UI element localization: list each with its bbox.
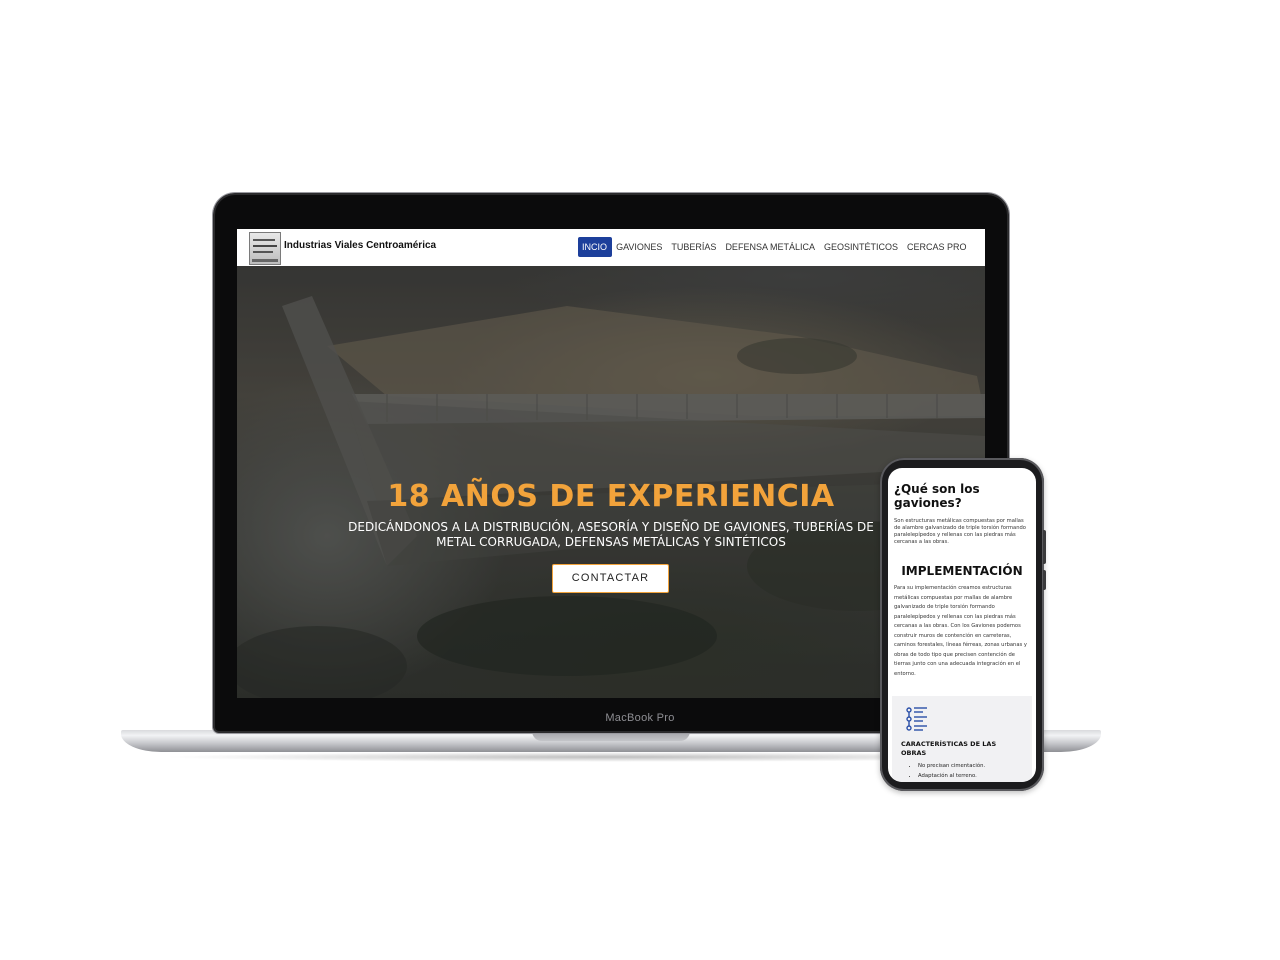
hero-section: 18 AÑOS DE EXPERIENCIA DEDICÁNDONOS A LA… — [237, 266, 985, 698]
nav-item-defensa-metalica[interactable]: DEFENSA METÁLICA — [721, 237, 820, 257]
features-card-title: CARACTERÍSTICAS DE LAS OBRAS — [901, 740, 997, 757]
phone-side-button — [1043, 530, 1046, 564]
hero-title: 18 AÑOS DE EXPERIENCIA — [387, 479, 835, 514]
features-card: CARACTERÍSTICAS DE LAS OBRAS No precisan… — [892, 696, 1032, 782]
site-name[interactable]: Industrias Viales Centroamérica — [284, 240, 436, 251]
mobile-heading: ¿Qué son los gaviones? — [894, 482, 980, 510]
mobile-intro-text: Son estructuras metálicas compuestas por… — [894, 518, 1026, 545]
nav-item-cercas-pro[interactable]: CERCAS PRO — [902, 237, 971, 257]
list-item: No precisan cimentación. — [918, 762, 985, 772]
nav-item-tuberias[interactable]: TUBERÍAS — [667, 237, 721, 257]
site-header: Industrias Viales Centroamérica INCIO GA… — [237, 229, 985, 266]
mobile-section-title: IMPLEMENTACIÓN — [901, 564, 1023, 578]
features-list: No precisan cimentación. Adaptación al t… — [901, 762, 985, 781]
mobile-screen: ¿Qué son los gaviones? Son estructuras m… — [888, 468, 1036, 782]
nav-item-gaviones[interactable]: GAVIONES — [612, 237, 667, 257]
list-icon — [905, 706, 929, 736]
phone-volume-button — [1043, 570, 1046, 590]
company-logo[interactable] — [249, 232, 281, 265]
list-item: Adaptación al terreno. — [918, 772, 985, 782]
desktop-screen: Industrias Viales Centroamérica INCIO GA… — [237, 229, 985, 698]
main-nav: INCIO GAVIONES TUBERÍAS DEFENSA METÁLICA… — [577, 237, 971, 257]
nav-item-inicio[interactable]: INCIO — [577, 237, 612, 257]
contact-button[interactable]: CONTACTAR — [552, 564, 669, 593]
mobile-section-text: Para su implementación creamos estructur… — [894, 585, 1027, 677]
hero-subtitle: DEDICÁNDONOS A LA DISTRIBUCIÓN, ASESORÍA… — [348, 520, 874, 549]
laptop-model-label: MacBook Pro — [605, 712, 675, 724]
nav-item-geosinteticos[interactable]: GEOSINTÉTICOS — [819, 237, 902, 257]
